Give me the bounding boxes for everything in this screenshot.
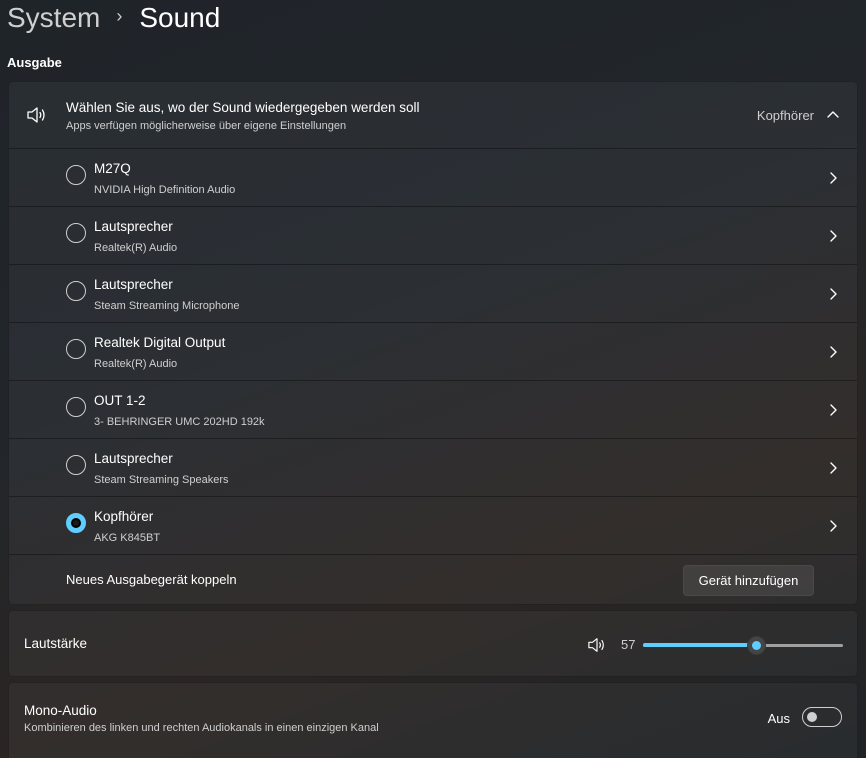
chevron-right-icon bbox=[830, 462, 837, 474]
add-device-button[interactable]: Gerät hinzufügen bbox=[683, 565, 814, 596]
pair-device-row: Neues Ausgabegerät koppeln Gerät hinzufü… bbox=[9, 555, 857, 603]
mono-audio-subtitle: Kombinieren des linken und rechten Audio… bbox=[24, 722, 379, 734]
device-name: Lautsprecher bbox=[94, 277, 173, 292]
output-device-card: Wählen Sie aus, wo der Sound wiedergegeb… bbox=[8, 81, 858, 605]
breadcrumb-separator: › bbox=[116, 6, 123, 26]
device-row[interactable]: Lautsprecher Realtek(R) Audio bbox=[9, 207, 857, 265]
volume-slider-fill bbox=[643, 643, 757, 647]
section-title-output: Ausgabe bbox=[7, 55, 62, 70]
device-radio[interactable] bbox=[66, 281, 86, 301]
device-row[interactable]: M27Q NVIDIA High Definition Audio bbox=[9, 149, 857, 207]
volume-card: Lautstärke 57 bbox=[8, 610, 858, 677]
pair-device-label: Neues Ausgabegerät koppeln bbox=[66, 572, 237, 587]
device-radio[interactable] bbox=[66, 165, 86, 185]
output-device-header[interactable]: Wählen Sie aus, wo der Sound wiedergegeb… bbox=[9, 82, 857, 149]
output-header-title: Wählen Sie aus, wo der Sound wiedergegeb… bbox=[66, 100, 420, 115]
chevron-right-icon bbox=[830, 404, 837, 416]
volume-slider[interactable] bbox=[643, 635, 843, 655]
chevron-right-icon bbox=[830, 230, 837, 242]
speaker-icon bbox=[27, 107, 45, 123]
breadcrumb: System › Sound bbox=[7, 0, 220, 36]
selected-output-device: Kopfhörer bbox=[756, 108, 814, 123]
mono-audio-card: Mono-Audio Kombinieren des linken und re… bbox=[8, 682, 858, 758]
volume-slider-thumb[interactable] bbox=[747, 636, 766, 655]
device-detail: AKG K845BT bbox=[94, 532, 161, 544]
device-name: Realtek Digital Output bbox=[94, 335, 226, 350]
output-header-subtitle: Apps verfügen möglicherweise über eigene… bbox=[66, 120, 347, 132]
device-radio[interactable] bbox=[66, 455, 86, 475]
device-row[interactable]: Lautsprecher Steam Streaming Microphone bbox=[9, 265, 857, 323]
toggle-knob bbox=[807, 712, 817, 722]
chevron-right-icon bbox=[830, 172, 837, 184]
device-row[interactable]: OUT 1-2 3- BEHRINGER UMC 202HD 192k bbox=[9, 381, 857, 439]
mono-audio-title: Mono-Audio bbox=[24, 703, 97, 718]
device-detail: 3- BEHRINGER UMC 202HD 192k bbox=[94, 416, 265, 428]
device-radio[interactable] bbox=[66, 397, 86, 417]
volume-label: Lautstärke bbox=[24, 636, 88, 651]
chevron-up-icon[interactable] bbox=[827, 110, 839, 118]
device-row[interactable]: Kopfhörer AKG K845BT bbox=[9, 497, 857, 555]
device-detail: Realtek(R) Audio bbox=[94, 358, 178, 370]
mono-audio-toggle[interactable] bbox=[802, 707, 842, 727]
device-name: Lautsprecher bbox=[94, 451, 173, 466]
device-radio[interactable] bbox=[66, 339, 86, 359]
device-name: M27Q bbox=[94, 161, 131, 176]
device-name: OUT 1-2 bbox=[94, 393, 146, 408]
breadcrumb-system[interactable]: System bbox=[7, 0, 100, 36]
device-detail: Steam Streaming Speakers bbox=[94, 474, 229, 486]
page-title: Sound bbox=[139, 2, 221, 33]
mono-audio-state: Aus bbox=[767, 711, 790, 726]
device-list: M27Q NVIDIA High Definition Audio Lautspre… bbox=[9, 149, 857, 555]
device-detail: NVIDIA High Definition Audio bbox=[94, 184, 236, 196]
device-detail: Realtek(R) Audio bbox=[94, 242, 178, 254]
device-radio[interactable] bbox=[66, 513, 86, 533]
chevron-right-icon bbox=[830, 288, 837, 300]
device-row[interactable]: Lautsprecher Steam Streaming Speakers bbox=[9, 439, 857, 497]
device-radio[interactable] bbox=[66, 223, 86, 243]
chevron-right-icon bbox=[830, 520, 837, 532]
device-detail: Steam Streaming Microphone bbox=[94, 300, 240, 312]
device-name: Kopfhörer bbox=[94, 509, 154, 524]
chevron-right-icon bbox=[830, 346, 837, 358]
speaker-icon[interactable] bbox=[587, 636, 607, 654]
volume-value: 57 bbox=[621, 637, 636, 652]
device-name: Lautsprecher bbox=[94, 219, 173, 234]
device-row[interactable]: Realtek Digital Output Realtek(R) Audio bbox=[9, 323, 857, 381]
